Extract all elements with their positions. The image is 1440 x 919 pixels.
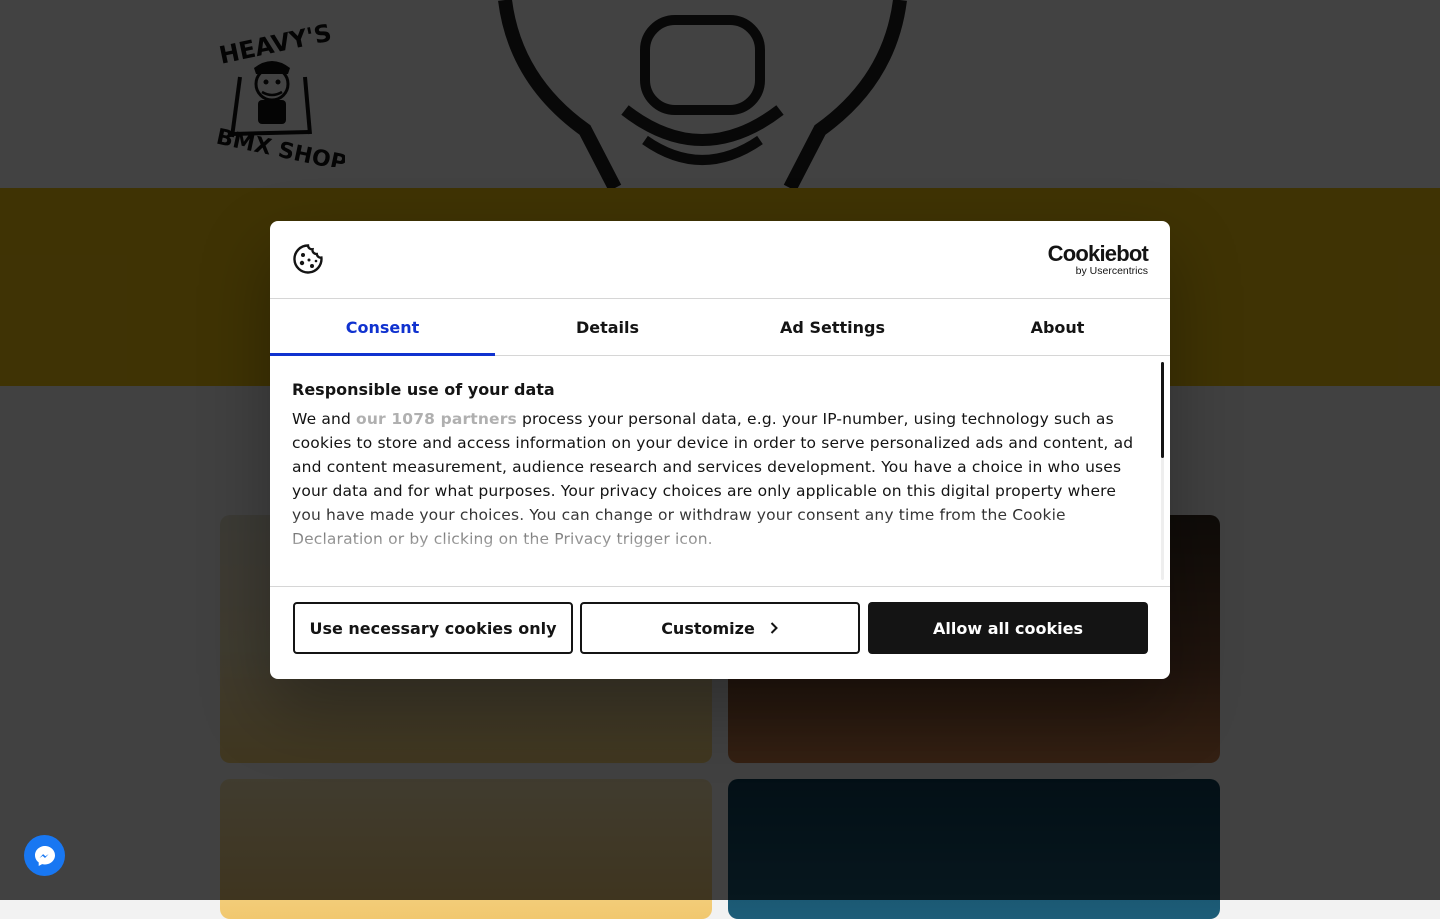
messenger-icon [34,845,55,866]
consent-text-start: We and [292,410,357,428]
chevron-right-icon [769,621,779,635]
dialog-footer: Use necessary cookies only Customize All… [270,587,1170,679]
consent-text-rest: process your personal data, e.g. your IP… [292,410,1134,548]
consent-heading: Responsible use of your data [292,380,555,399]
customize-label: Customize [661,618,755,638]
cookie-consent-dialog: Cookiebot by Usercentrics Consent Detail… [270,221,1170,679]
brand-sub: by Usercentrics [1075,265,1148,277]
body-scrollbar[interactable] [1161,362,1164,580]
cookie-icon[interactable] [292,243,324,275]
consent-text: We and our 1078 partners process your pe… [292,407,1138,551]
tab-consent[interactable]: Consent [270,299,495,356]
allow-all-cookies-button[interactable]: Allow all cookies [868,602,1148,654]
necessary-cookies-label: Use necessary cookies only [309,618,557,638]
consent-body[interactable]: Responsible use of your data We and our … [270,356,1170,587]
necessary-cookies-button[interactable]: Use necessary cookies only [293,602,573,654]
customize-button[interactable]: Customize [580,602,860,654]
tab-details[interactable]: Details [495,299,720,355]
allow-all-label: Allow all cookies [933,618,1083,638]
messenger-chat-button[interactable] [24,835,65,876]
tab-about[interactable]: About [945,299,1170,355]
scroll-thumb[interactable] [1161,362,1164,458]
partners-link[interactable]: our 1078 partners [356,410,517,428]
brand-name: Cookiebot [1047,241,1149,266]
dialog-header: Cookiebot by Usercentrics [270,221,1170,299]
cookiebot-logo[interactable]: Cookiebot by Usercentrics [1047,241,1149,278]
dialog-tabs: Consent Details Ad Settings About [270,299,1170,356]
tab-ad-settings[interactable]: Ad Settings [720,299,945,355]
